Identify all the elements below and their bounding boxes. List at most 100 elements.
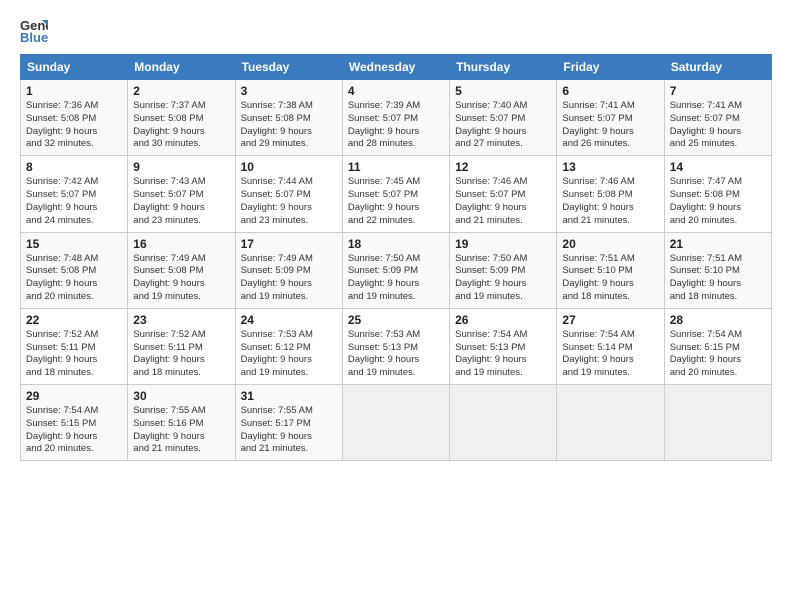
day-number: 21 — [670, 237, 766, 251]
day-number: 22 — [26, 313, 122, 327]
day-info: Sunrise: 7:41 AM Sunset: 5:07 PM Dayligh… — [670, 100, 766, 151]
day-info: Sunrise: 7:51 AM Sunset: 5:10 PM Dayligh… — [562, 253, 658, 304]
day-cell: 30 Sunrise: 7:55 AM Sunset: 5:16 PM Dayli… — [128, 385, 235, 461]
day-cell: 31Sunrise: 7:55 AM Sunset: 5:17 PM Dayli… — [235, 385, 342, 461]
day-number: 18 — [348, 237, 444, 251]
day-info: Sunrise: 7:40 AM Sunset: 5:07 PM Dayligh… — [455, 100, 551, 151]
day-info: Sunrise: 7:55 AM Sunset: 5:17 PM Dayligh… — [241, 405, 337, 456]
day-number: 6 — [562, 84, 658, 98]
week-row-4: 22 Sunrise: 7:52 AM Sunset: 5:11 PM Dayli… — [21, 308, 772, 384]
day-cell: 8 Sunrise: 7:42 AM Sunset: 5:07 PM Daylig… — [21, 156, 128, 232]
day-number: 13 — [562, 160, 658, 174]
header-cell-tuesday: Tuesday — [235, 55, 342, 80]
day-number: 24 — [241, 313, 337, 327]
day-cell: 18 Sunrise: 7:50 AM Sunset: 5:09 PM Dayli… — [342, 232, 449, 308]
logo: General Blue — [20, 16, 52, 44]
day-number: 17 — [241, 237, 337, 251]
day-cell: 12 Sunrise: 7:46 AM Sunset: 5:07 PM Dayli… — [450, 156, 557, 232]
day-cell: 14 Sunrise: 7:47 AM Sunset: 5:08 PM Dayli… — [664, 156, 771, 232]
day-info: Sunrise: 7:49 AM Sunset: 5:09 PM Dayligh… — [241, 253, 337, 304]
day-info: Sunrise: 7:43 AM Sunset: 5:07 PM Dayligh… — [133, 176, 229, 227]
day-info: Sunrise: 7:37 AM Sunset: 5:08 PM Dayligh… — [133, 100, 229, 151]
day-info: Sunrise: 7:54 AM Sunset: 5:15 PM Dayligh… — [670, 329, 766, 380]
day-number: 2 — [133, 84, 229, 98]
day-cell: 3 Sunrise: 7:38 AM Sunset: 5:08 PM Daylig… — [235, 80, 342, 156]
day-cell: 7Sunrise: 7:41 AM Sunset: 5:07 PM Daylig… — [664, 80, 771, 156]
day-number: 15 — [26, 237, 122, 251]
day-number: 14 — [670, 160, 766, 174]
week-row-5: 29 Sunrise: 7:54 AM Sunset: 5:15 PM Dayli… — [21, 385, 772, 461]
day-number: 19 — [455, 237, 551, 251]
svg-text:Blue: Blue — [20, 30, 48, 44]
day-info: Sunrise: 7:47 AM Sunset: 5:08 PM Dayligh… — [670, 176, 766, 227]
day-number: 12 — [455, 160, 551, 174]
day-number: 16 — [133, 237, 229, 251]
day-cell: 2 Sunrise: 7:37 AM Sunset: 5:08 PM Daylig… — [128, 80, 235, 156]
logo-icon: General Blue — [20, 16, 48, 44]
day-number: 23 — [133, 313, 229, 327]
day-cell: 26 Sunrise: 7:54 AM Sunset: 5:13 PM Dayli… — [450, 308, 557, 384]
day-cell: 19 Sunrise: 7:50 AM Sunset: 5:09 PM Dayli… — [450, 232, 557, 308]
day-number: 30 — [133, 389, 229, 403]
day-cell: 9 Sunrise: 7:43 AM Sunset: 5:07 PM Daylig… — [128, 156, 235, 232]
day-cell: 11Sunrise: 7:45 AM Sunset: 5:07 PM Dayli… — [342, 156, 449, 232]
header-cell-sunday: Sunday — [21, 55, 128, 80]
day-cell — [557, 385, 664, 461]
day-number: 3 — [241, 84, 337, 98]
day-number: 11 — [348, 160, 444, 174]
day-info: Sunrise: 7:49 AM Sunset: 5:08 PM Dayligh… — [133, 253, 229, 304]
day-cell: 22 Sunrise: 7:52 AM Sunset: 5:11 PM Dayli… — [21, 308, 128, 384]
day-cell: 29 Sunrise: 7:54 AM Sunset: 5:15 PM Dayli… — [21, 385, 128, 461]
day-number: 4 — [348, 84, 444, 98]
day-number: 9 — [133, 160, 229, 174]
week-row-3: 15 Sunrise: 7:48 AM Sunset: 5:08 PM Dayli… — [21, 232, 772, 308]
day-info: Sunrise: 7:44 AM Sunset: 5:07 PM Dayligh… — [241, 176, 337, 227]
day-cell: 5 Sunrise: 7:40 AM Sunset: 5:07 PM Daylig… — [450, 80, 557, 156]
day-info: Sunrise: 7:50 AM Sunset: 5:09 PM Dayligh… — [348, 253, 444, 304]
day-number: 1 — [26, 84, 122, 98]
header: General Blue — [20, 16, 772, 44]
day-number: 10 — [241, 160, 337, 174]
day-info: Sunrise: 7:38 AM Sunset: 5:08 PM Dayligh… — [241, 100, 337, 151]
day-cell: 16 Sunrise: 7:49 AM Sunset: 5:08 PM Dayli… — [128, 232, 235, 308]
day-number: 20 — [562, 237, 658, 251]
day-cell: 6 Sunrise: 7:41 AM Sunset: 5:07 PM Daylig… — [557, 80, 664, 156]
week-row-1: 1 Sunrise: 7:36 AM Sunset: 5:08 PM Daylig… — [21, 80, 772, 156]
day-cell — [342, 385, 449, 461]
day-info: Sunrise: 7:55 AM Sunset: 5:16 PM Dayligh… — [133, 405, 229, 456]
week-row-2: 8 Sunrise: 7:42 AM Sunset: 5:07 PM Daylig… — [21, 156, 772, 232]
day-info: Sunrise: 7:52 AM Sunset: 5:11 PM Dayligh… — [133, 329, 229, 380]
day-info: Sunrise: 7:53 AM Sunset: 5:13 PM Dayligh… — [348, 329, 444, 380]
day-info: Sunrise: 7:54 AM Sunset: 5:15 PM Dayligh… — [26, 405, 122, 456]
day-number: 8 — [26, 160, 122, 174]
day-info: Sunrise: 7:54 AM Sunset: 5:14 PM Dayligh… — [562, 329, 658, 380]
day-number: 5 — [455, 84, 551, 98]
day-info: Sunrise: 7:46 AM Sunset: 5:07 PM Dayligh… — [455, 176, 551, 227]
day-cell: 10 Sunrise: 7:44 AM Sunset: 5:07 PM Dayli… — [235, 156, 342, 232]
day-info: Sunrise: 7:48 AM Sunset: 5:08 PM Dayligh… — [26, 253, 122, 304]
day-number: 25 — [348, 313, 444, 327]
day-info: Sunrise: 7:54 AM Sunset: 5:13 PM Dayligh… — [455, 329, 551, 380]
header-row: SundayMondayTuesdayWednesdayThursdayFrid… — [21, 55, 772, 80]
day-cell: 15 Sunrise: 7:48 AM Sunset: 5:08 PM Dayli… — [21, 232, 128, 308]
day-number: 29 — [26, 389, 122, 403]
day-cell: 27Sunrise: 7:54 AM Sunset: 5:14 PM Dayli… — [557, 308, 664, 384]
day-cell — [450, 385, 557, 461]
day-info: Sunrise: 7:36 AM Sunset: 5:08 PM Dayligh… — [26, 100, 122, 151]
day-info: Sunrise: 7:50 AM Sunset: 5:09 PM Dayligh… — [455, 253, 551, 304]
day-cell: 28 Sunrise: 7:54 AM Sunset: 5:15 PM Dayli… — [664, 308, 771, 384]
day-info: Sunrise: 7:53 AM Sunset: 5:12 PM Dayligh… — [241, 329, 337, 380]
day-cell: 23 Sunrise: 7:52 AM Sunset: 5:11 PM Dayli… — [128, 308, 235, 384]
day-cell: 17 Sunrise: 7:49 AM Sunset: 5:09 PM Dayli… — [235, 232, 342, 308]
day-info: Sunrise: 7:41 AM Sunset: 5:07 PM Dayligh… — [562, 100, 658, 151]
day-cell: 25 Sunrise: 7:53 AM Sunset: 5:13 PM Dayli… — [342, 308, 449, 384]
day-info: Sunrise: 7:52 AM Sunset: 5:11 PM Dayligh… — [26, 329, 122, 380]
day-cell: 13Sunrise: 7:46 AM Sunset: 5:08 PM Dayli… — [557, 156, 664, 232]
day-number: 26 — [455, 313, 551, 327]
header-cell-monday: Monday — [128, 55, 235, 80]
header-cell-thursday: Thursday — [450, 55, 557, 80]
page: General Blue SundayMondayTuesdayWednesda… — [0, 0, 792, 473]
day-number: 28 — [670, 313, 766, 327]
day-info: Sunrise: 7:42 AM Sunset: 5:07 PM Dayligh… — [26, 176, 122, 227]
day-cell: 1 Sunrise: 7:36 AM Sunset: 5:08 PM Daylig… — [21, 80, 128, 156]
